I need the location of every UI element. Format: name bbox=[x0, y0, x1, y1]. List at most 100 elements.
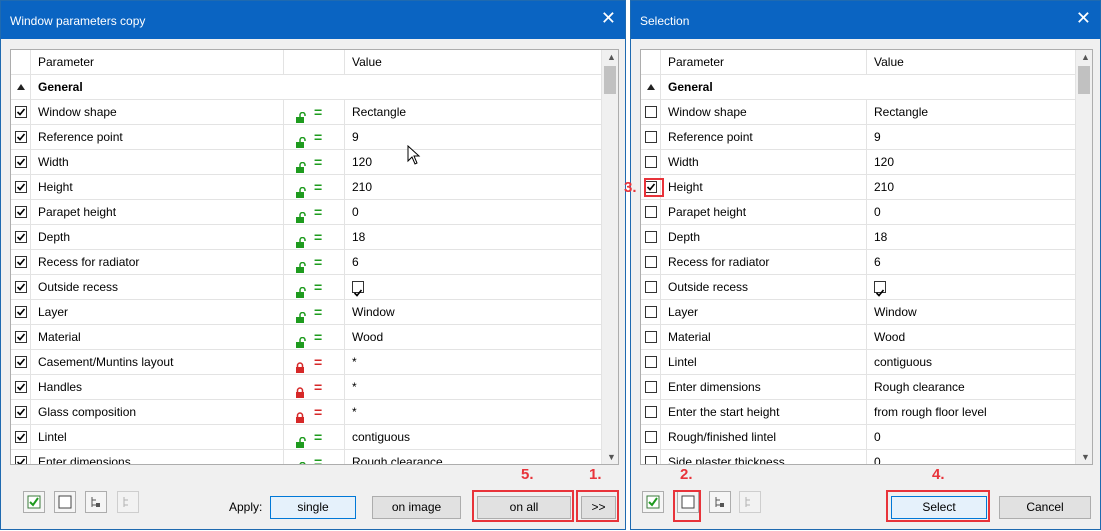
value-cell[interactable]: 0 bbox=[867, 200, 1076, 224]
expand-all-button[interactable] bbox=[85, 491, 107, 513]
value-cell[interactable]: 6 bbox=[867, 250, 1076, 274]
row-checkbox[interactable] bbox=[645, 131, 657, 143]
group-row-general[interactable]: General bbox=[641, 75, 1076, 100]
value-cell[interactable]: 9 bbox=[345, 125, 602, 149]
row-checkbox-cell[interactable] bbox=[11, 200, 31, 224]
row-checkbox-cell[interactable] bbox=[11, 400, 31, 424]
parameter-col-header[interactable]: Parameter bbox=[31, 50, 284, 74]
row-checkbox-cell[interactable] bbox=[641, 450, 661, 464]
row-checkbox[interactable] bbox=[645, 256, 657, 268]
row-checkbox-cell[interactable] bbox=[11, 125, 31, 149]
lock-cell[interactable]: = bbox=[284, 300, 345, 324]
row-checkbox[interactable] bbox=[645, 206, 657, 218]
value-cell[interactable]: * bbox=[345, 375, 602, 399]
vertical-scrollbar[interactable]: ▲ ▼ bbox=[601, 50, 618, 464]
row-checkbox[interactable] bbox=[645, 431, 657, 443]
collapse-triangle-icon[interactable] bbox=[17, 84, 25, 90]
row-checkbox[interactable] bbox=[645, 381, 657, 393]
value-cell[interactable]: 18 bbox=[345, 225, 602, 249]
row-checkbox-cell[interactable] bbox=[641, 300, 661, 324]
lock-cell[interactable]: = bbox=[284, 400, 345, 424]
row-checkbox-cell[interactable] bbox=[641, 150, 661, 174]
row-checkbox-cell[interactable] bbox=[11, 250, 31, 274]
row-checkbox[interactable] bbox=[15, 131, 27, 143]
row-checkbox[interactable] bbox=[15, 256, 27, 268]
lock-cell[interactable]: = bbox=[284, 125, 345, 149]
scroll-down-arrow-icon[interactable]: ▼ bbox=[1081, 452, 1090, 462]
row-checkbox[interactable] bbox=[15, 106, 27, 118]
row-checkbox[interactable] bbox=[15, 381, 27, 393]
row-checkbox-cell[interactable] bbox=[11, 375, 31, 399]
row-checkbox-cell[interactable] bbox=[11, 325, 31, 349]
row-checkbox[interactable] bbox=[645, 231, 657, 243]
row-checkbox-cell[interactable] bbox=[641, 350, 661, 374]
row-checkbox[interactable] bbox=[15, 206, 27, 218]
row-checkbox[interactable] bbox=[645, 406, 657, 418]
uncheck-all-button[interactable] bbox=[54, 491, 76, 513]
value-col-header[interactable]: Value bbox=[345, 50, 602, 74]
check-all-button[interactable] bbox=[23, 491, 45, 513]
row-checkbox-cell[interactable] bbox=[11, 350, 31, 374]
row-checkbox-cell[interactable] bbox=[11, 100, 31, 124]
scroll-thumb[interactable] bbox=[1078, 66, 1090, 94]
row-checkbox[interactable] bbox=[645, 331, 657, 343]
row-checkbox[interactable] bbox=[645, 356, 657, 368]
lock-cell[interactable]: = bbox=[284, 225, 345, 249]
close-icon[interactable]: ✕ bbox=[601, 9, 616, 27]
collapse-all-button[interactable] bbox=[739, 491, 761, 513]
collapse-triangle-icon[interactable] bbox=[647, 84, 655, 90]
value-cell[interactable] bbox=[867, 275, 1076, 299]
row-checkbox-cell[interactable] bbox=[11, 300, 31, 324]
value-cell[interactable]: from rough floor level bbox=[867, 400, 1076, 424]
row-checkbox-cell[interactable] bbox=[11, 175, 31, 199]
row-checkbox-cell[interactable] bbox=[641, 425, 661, 449]
collapse-toggle[interactable] bbox=[11, 75, 31, 99]
row-checkbox-cell[interactable] bbox=[641, 125, 661, 149]
group-row-general[interactable]: General bbox=[11, 75, 602, 100]
row-checkbox[interactable] bbox=[15, 281, 27, 293]
lock-cell[interactable]: = bbox=[284, 150, 345, 174]
value-cell[interactable]: 9 bbox=[867, 125, 1076, 149]
lock-cell[interactable]: = bbox=[284, 450, 345, 464]
scroll-thumb[interactable] bbox=[604, 66, 616, 94]
lock-cell[interactable]: = bbox=[284, 375, 345, 399]
value-cell[interactable]: Wood bbox=[867, 325, 1076, 349]
value-cell[interactable]: 0 bbox=[867, 425, 1076, 449]
value-cell[interactable]: Rough clearance bbox=[867, 375, 1076, 399]
value-cell[interactable]: 210 bbox=[867, 175, 1076, 199]
row-checkbox-cell[interactable] bbox=[641, 225, 661, 249]
value-cell[interactable]: 120 bbox=[867, 150, 1076, 174]
row-checkbox[interactable] bbox=[15, 156, 27, 168]
apply-on-image-button[interactable]: on image bbox=[372, 496, 461, 519]
cancel-button[interactable]: Cancel bbox=[999, 496, 1091, 519]
collapse-all-button[interactable] bbox=[117, 491, 139, 513]
lock-cell[interactable]: = bbox=[284, 275, 345, 299]
vertical-scrollbar[interactable]: ▲ ▼ bbox=[1075, 50, 1092, 464]
lock-cell[interactable]: = bbox=[284, 325, 345, 349]
row-checkbox-cell[interactable] bbox=[641, 375, 661, 399]
row-checkbox-cell[interactable] bbox=[11, 425, 31, 449]
value-cell[interactable]: 6 bbox=[345, 250, 602, 274]
row-checkbox-cell[interactable] bbox=[11, 275, 31, 299]
row-checkbox[interactable] bbox=[15, 406, 27, 418]
row-checkbox[interactable] bbox=[15, 181, 27, 193]
lock-cell[interactable]: = bbox=[284, 175, 345, 199]
value-cell[interactable]: 210 bbox=[345, 175, 602, 199]
lock-cell[interactable]: = bbox=[284, 200, 345, 224]
lock-cell[interactable]: = bbox=[284, 250, 345, 274]
value-cell[interactable]: 0 bbox=[867, 450, 1076, 464]
value-checkbox[interactable] bbox=[874, 281, 886, 297]
close-icon[interactable]: ✕ bbox=[1076, 9, 1091, 27]
row-checkbox-cell[interactable] bbox=[11, 150, 31, 174]
value-cell[interactable]: Window bbox=[345, 300, 602, 324]
check-col-header[interactable] bbox=[11, 50, 31, 74]
scroll-up-arrow-icon[interactable]: ▲ bbox=[607, 52, 616, 62]
value-cell[interactable]: contiguous bbox=[867, 350, 1076, 374]
value-cell[interactable]: Rough clearance bbox=[345, 450, 602, 464]
value-cell[interactable]: Window bbox=[867, 300, 1076, 324]
value-cell[interactable]: Rectangle bbox=[867, 100, 1076, 124]
row-checkbox-cell[interactable] bbox=[11, 225, 31, 249]
check-col-header[interactable] bbox=[641, 50, 661, 74]
lock-cell[interactable]: = bbox=[284, 425, 345, 449]
row-checkbox-cell[interactable] bbox=[641, 275, 661, 299]
